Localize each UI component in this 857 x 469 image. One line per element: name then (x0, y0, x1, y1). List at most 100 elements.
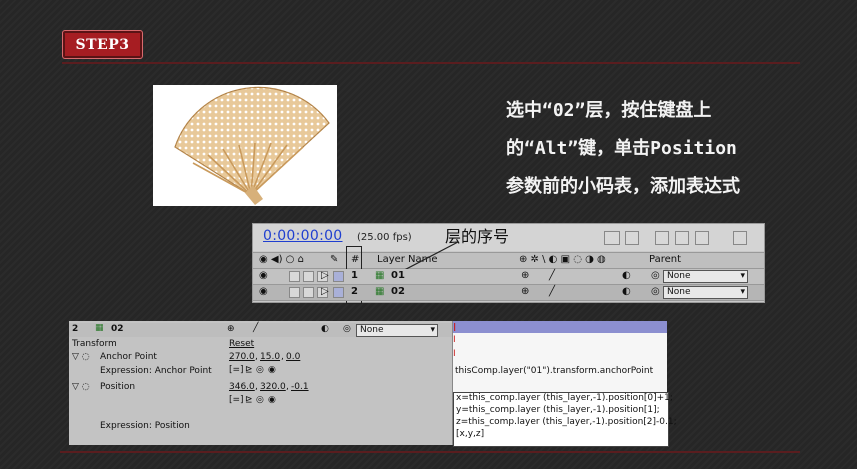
pickwhip-icon[interactable]: ◎ (651, 270, 660, 281)
quality-switch-icon[interactable]: ╱ (549, 270, 555, 281)
av-features-icons: ◉ ◀) ○ ⌂ (259, 254, 304, 265)
expression-panel: 2 ▦ 02 ⊕ ╱ ◐ ◎ None ▾ Transform Reset ▽ ◌… (69, 321, 677, 447)
current-time-indicator[interactable]: I (453, 321, 456, 334)
pickwhip-icon[interactable]: ◎ (343, 324, 351, 334)
reset-link[interactable]: Reset (229, 339, 254, 349)
expression-line-1: x=this_comp.layer (this_layer,-1).positi… (456, 393, 673, 403)
parent-select[interactable]: None ▾ (663, 270, 748, 283)
adjustment-icon[interactable]: ◐ (622, 270, 631, 281)
expression-editor[interactable]: I I I thisComp.layer("01").transform.anc… (452, 321, 677, 447)
layer-row-2[interactable]: ◉ ▷ 2 ▦ 02 ⊕ ╱ ◐ ◎ None ▾ (253, 285, 764, 301)
bottom-divider (60, 451, 800, 453)
anchor-expression-label: Expression: Anchor Point (100, 366, 212, 376)
work-area-bar[interactable] (453, 321, 667, 333)
shy-switch-icon[interactable]: ⊕ (521, 270, 529, 281)
expression-pickwhip-icon[interactable]: ◎ (256, 365, 264, 375)
adjustment-icon[interactable]: ◐ (622, 286, 631, 297)
audio-toggle[interactable] (289, 271, 300, 282)
expression-enable-icon[interactable]: [=] (229, 395, 244, 405)
dropdown-arrow-icon: ▾ (740, 271, 745, 281)
comma-separator: , (281, 352, 284, 362)
expression-pickwhip-icon[interactable]: ◎ (256, 395, 264, 405)
shy-switch-icon[interactable]: ⊕ (227, 324, 235, 334)
layer-row-1[interactable]: ◉ ▷ 1 ▦ 01 ⊕ ╱ ◐ ◎ None ▾ (253, 269, 764, 285)
parent-header: Parent (649, 254, 682, 265)
shy-switch-icon[interactable]: ⊕ (521, 286, 529, 297)
precomp-icon: ▦ (375, 270, 385, 281)
description-line-2: 的“Alt”键，单击Position (506, 138, 737, 159)
pickwhip-icon[interactable]: ◎ (651, 286, 660, 297)
shy-layers-icon[interactable] (655, 231, 669, 245)
fan-image (153, 85, 337, 206)
position-expression-box[interactable]: x=this_comp.layer (this_layer,-1).positi… (453, 392, 677, 447)
expression-line-2: y=this_comp.layer (this_layer,-1).positi… (456, 405, 660, 415)
quality-switch-icon[interactable]: ╱ (549, 286, 555, 297)
expression-language-menu-icon[interactable]: ◉ (268, 365, 276, 375)
time-marker-icon: I (453, 335, 456, 345)
parent-value: None (667, 287, 691, 297)
anchor-expression-text[interactable]: thisComp.layer("01").transform.anchorPoi… (455, 366, 653, 376)
eye-icon[interactable]: ◉ (259, 270, 268, 281)
switches-header-icons: ⊕ ✲ \ ◐ ▣ ◌ ◑ ◍ (519, 254, 606, 265)
fan-illustration (174, 86, 330, 205)
anchor-point-label: Anchor Point (100, 352, 157, 362)
position-y-value[interactable]: 320.0 (260, 382, 286, 392)
parent-value: None (360, 325, 384, 335)
label-column-icon: ✎ (330, 254, 339, 265)
description-line-3: 参数前的小码表，添加表达式 (506, 176, 740, 197)
timeline-toolbar: 0:00:00:00 (25.00 fps) 层的序号 (253, 224, 764, 251)
anchor-expand-icon[interactable]: ▽ ◌ (72, 352, 90, 362)
layer-column-header: ◉ ◀) ○ ⌂ ✎ # Layer Name ⊕ ✲ \ ◐ ▣ ◌ ◑ ◍ … (253, 252, 764, 269)
expand-triangle-icon[interactable]: ▷ (321, 270, 329, 281)
anchor-y-value[interactable]: 15.0 (260, 352, 280, 362)
time-marker-icon: I (453, 349, 456, 359)
comma-separator: , (286, 382, 289, 392)
comma-separator: , (255, 352, 258, 362)
layer-name[interactable]: 02 (111, 324, 124, 334)
description-line-1: 选中“02”层，按住键盘上 (506, 100, 712, 121)
dropdown-arrow-icon: ▾ (740, 287, 745, 297)
expression-enable-icon[interactable]: [=] (229, 365, 244, 375)
quality-switch-icon[interactable]: ╱ (253, 323, 258, 333)
expand-triangle-icon[interactable]: ▷ (321, 286, 329, 297)
label-color-swatch[interactable] (333, 271, 344, 282)
layer-name[interactable]: 02 (391, 286, 405, 297)
draft-3d-icon[interactable] (625, 231, 639, 245)
eye-icon[interactable]: ◉ (259, 286, 268, 297)
parent-select[interactable]: None ▾ (663, 286, 748, 299)
layer-number: 2 (351, 286, 358, 297)
timecode[interactable]: 0:00:00:00 (263, 228, 343, 244)
expression-line-3: z=this_comp.layer (this_layer,-1).positi… (456, 417, 677, 427)
timeline-panel: 0:00:00:00 (25.00 fps) 层的序号 ◉ ◀) ○ ⌂ ✎ #… (252, 223, 765, 304)
adjustment-icon[interactable]: ◐ (321, 324, 329, 334)
solo-toggle[interactable] (303, 271, 314, 282)
motion-blur-icon[interactable] (695, 231, 709, 245)
step-badge: STEP3 (62, 30, 143, 59)
dropdown-arrow-icon: ▾ (430, 325, 435, 335)
layer-name[interactable]: 01 (391, 270, 405, 281)
position-expand-icon[interactable]: ▽ ◌ (72, 382, 90, 392)
position-x-value[interactable]: 346.0 (229, 382, 255, 392)
comp-mini-flowchart-icon[interactable] (604, 231, 620, 245)
frame-blending-icon[interactable] (675, 231, 689, 245)
expression-language-menu-icon[interactable]: ◉ (268, 395, 276, 405)
step-label: STEP3 (75, 36, 130, 53)
expression-line-4: [x,y,z] (456, 429, 485, 439)
layer-number: 2 (72, 324, 79, 334)
position-z-value[interactable]: -0.1 (291, 382, 309, 392)
expression-graph-icon[interactable]: ⊵ (245, 365, 253, 375)
anchor-z-value[interactable]: 0.0 (286, 352, 300, 362)
solo-toggle[interactable] (303, 287, 314, 298)
parent-value: None (667, 271, 691, 281)
precomp-icon: ▦ (375, 286, 385, 297)
expression-graph-icon[interactable]: ⊵ (245, 395, 253, 405)
position-expression-label: Expression: Position (100, 421, 190, 431)
layer-number: 1 (351, 270, 358, 281)
label-color-swatch[interactable] (333, 287, 344, 298)
audio-toggle[interactable] (289, 287, 300, 298)
layer-header-row[interactable]: 2 ▦ 02 ⊕ ╱ ◐ ◎ None ▾ (69, 323, 453, 337)
graph-editor-icon[interactable] (733, 231, 747, 245)
transform-label: Transform (72, 339, 117, 349)
anchor-x-value[interactable]: 270.0 (229, 352, 255, 362)
parent-select[interactable]: None ▾ (356, 324, 438, 337)
